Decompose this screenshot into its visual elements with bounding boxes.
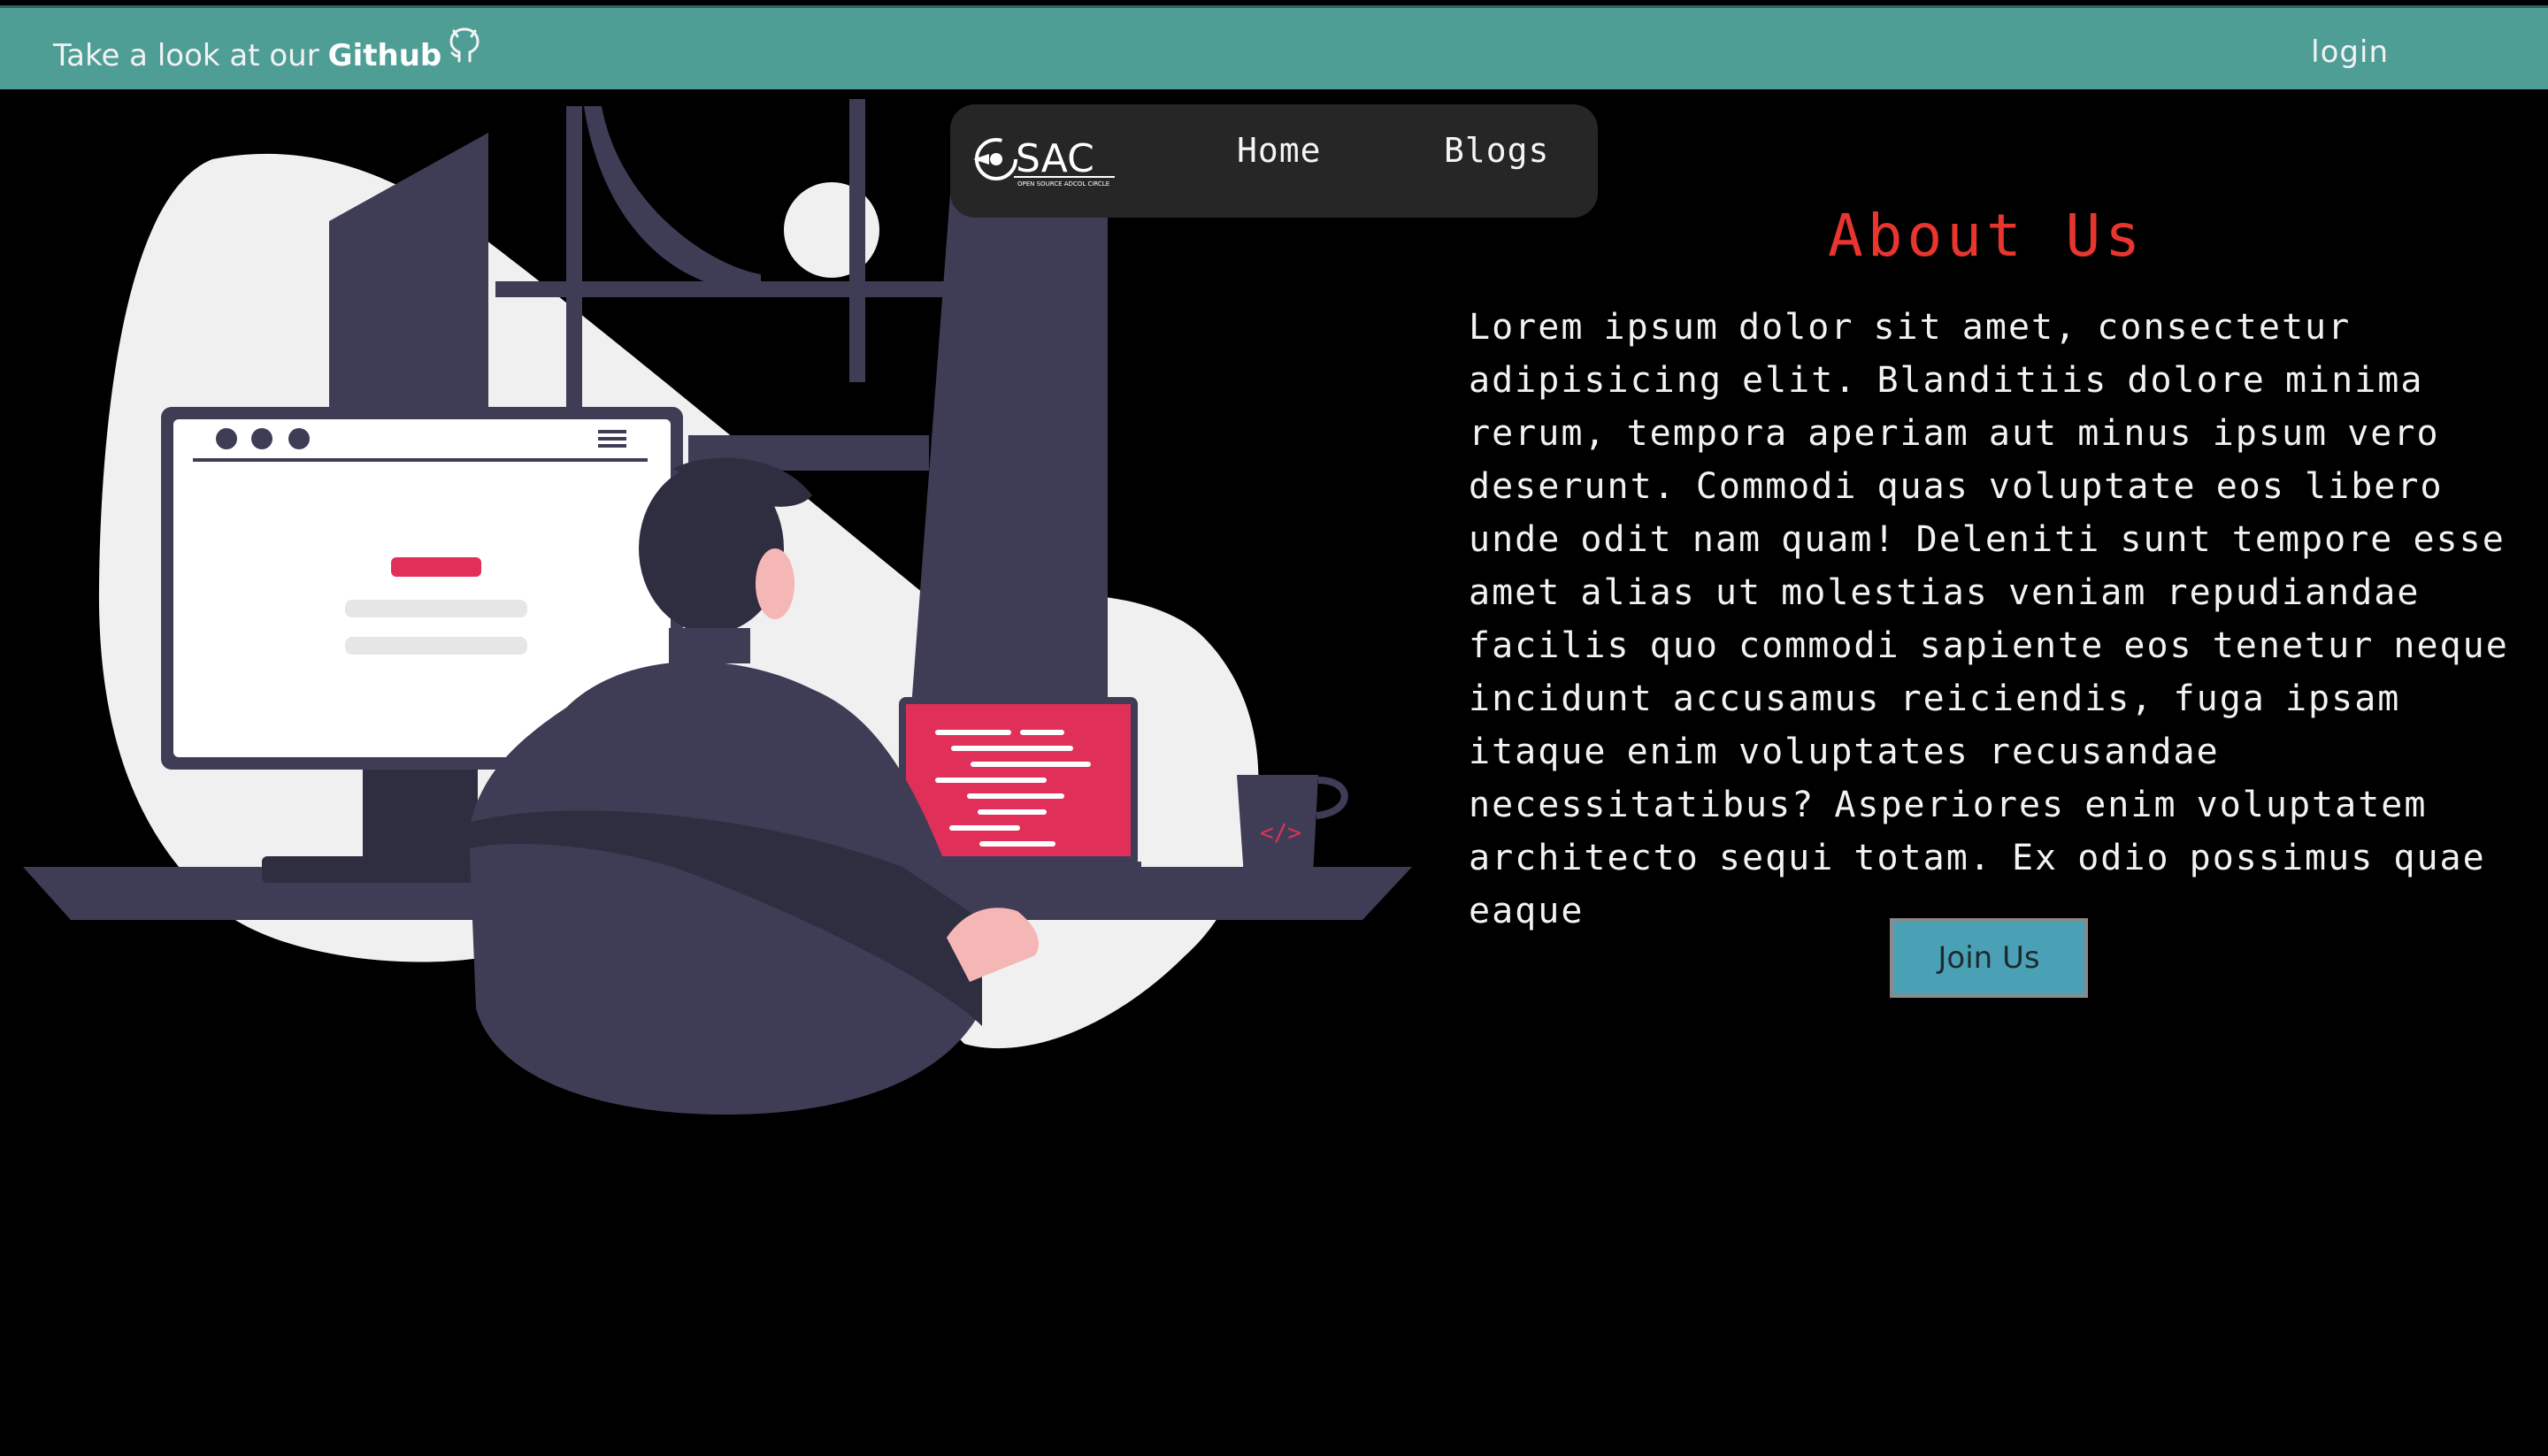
- login-link[interactable]: login: [2311, 34, 2389, 70]
- osac-logo[interactable]: SAC OPEN SOURCE ADCOL CIRCLE: [970, 127, 1120, 198]
- about-body: Lorem ipsum dolor sit amet, consectetur …: [1469, 307, 2509, 931]
- svg-text:</>: </>: [1260, 820, 1301, 847]
- page: Take a look at our Github login </> SAC …: [0, 0, 2548, 1456]
- github-promo-text: Take a look at our: [53, 38, 319, 73]
- nav-home[interactable]: Home: [1237, 131, 1322, 170]
- join-us-button[interactable]: Join Us: [1890, 918, 2088, 998]
- nav-blogs[interactable]: Blogs: [1444, 131, 1549, 170]
- logo-text: SAC: [1016, 136, 1094, 181]
- developer-illustration: </>: [23, 99, 1412, 1115]
- about-title: About Us: [1828, 202, 2145, 270]
- github-icon[interactable]: [447, 26, 482, 65]
- github-link[interactable]: Github: [328, 38, 442, 73]
- github-promo: Take a look at our Github: [53, 27, 482, 73]
- top-banner: Take a look at our Github login: [0, 5, 2548, 89]
- logo-tagline: OPEN SOURCE ADCOL CIRCLE: [1017, 180, 1109, 188]
- main-nav: SAC OPEN SOURCE ADCOL CIRCLE Home Blogs: [950, 104, 1598, 218]
